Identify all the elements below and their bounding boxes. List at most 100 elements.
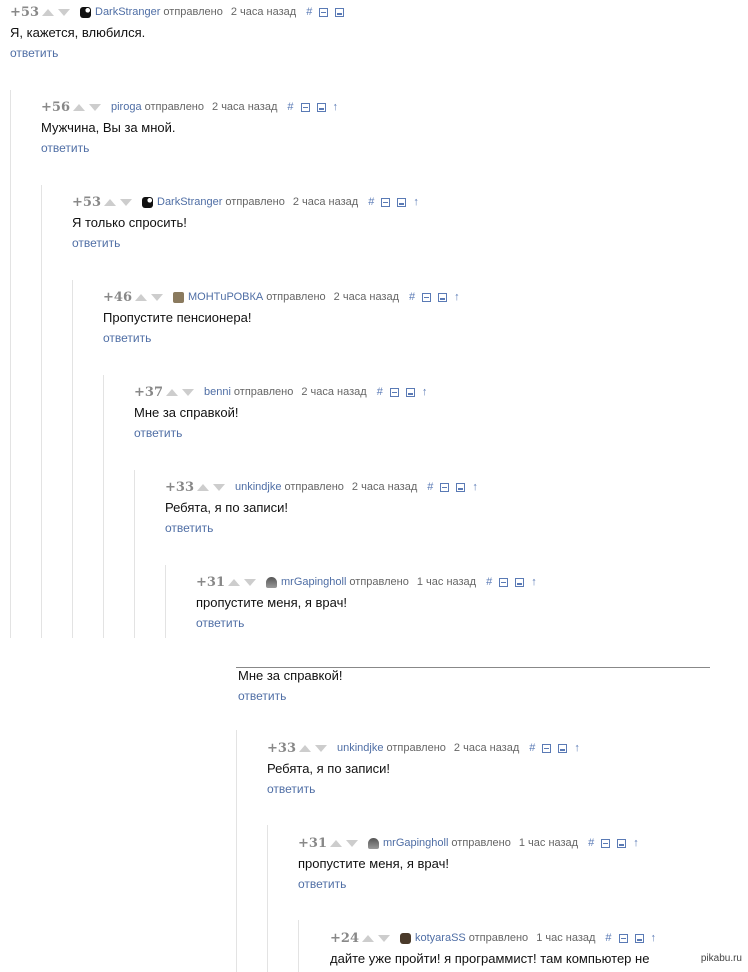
- author-link[interactable]: unkindjke: [235, 481, 281, 493]
- collapse-icon[interactable]: [422, 292, 432, 302]
- parent-arrow-icon[interactable]: ↑: [531, 576, 537, 588]
- comment-text: Я только спросить!: [72, 215, 187, 230]
- parent-arrow-icon[interactable]: ↑: [422, 386, 428, 398]
- comment-meta: +31 mrGapingholl отправлено 1 час назад …: [196, 574, 537, 590]
- vote-up-icon[interactable]: [42, 8, 54, 16]
- vote-up-icon[interactable]: [73, 103, 85, 111]
- comment-rating: +37: [134, 384, 163, 400]
- reply-link[interactable]: ответить: [196, 616, 244, 630]
- sent-label: отправлено: [451, 837, 511, 849]
- author-link[interactable]: piroga: [111, 101, 142, 113]
- collapse-icon[interactable]: [381, 197, 391, 207]
- vote-up-icon[interactable]: [135, 293, 147, 301]
- author-link[interactable]: mrGapingholl: [281, 576, 346, 588]
- author-link[interactable]: DarkStranger: [95, 6, 160, 18]
- comment-rating: +53: [72, 194, 101, 210]
- avatar[interactable]: [368, 837, 379, 849]
- vote-up-icon[interactable]: [299, 744, 311, 752]
- reply-link[interactable]: ответить: [238, 689, 286, 703]
- save-icon[interactable]: [397, 197, 407, 207]
- author-link[interactable]: МОНТuРОВКА: [188, 291, 263, 303]
- avatar[interactable]: [266, 576, 277, 588]
- comment-time: 1 час назад: [416, 576, 477, 588]
- permalink-icon[interactable]: #: [287, 101, 293, 113]
- collapse-icon[interactable]: [389, 387, 399, 397]
- comment-time: 2 часа назад: [453, 742, 520, 754]
- parent-arrow-icon[interactable]: ↑: [574, 742, 580, 754]
- thread-guide-line: [298, 920, 299, 972]
- parent-arrow-icon[interactable]: ↑: [413, 196, 419, 208]
- permalink-icon[interactable]: #: [409, 291, 415, 303]
- save-icon[interactable]: [405, 387, 415, 397]
- collapse-icon[interactable]: [300, 102, 310, 112]
- permalink-icon[interactable]: #: [605, 932, 611, 944]
- save-icon[interactable]: [634, 933, 644, 943]
- reply-link[interactable]: ответить: [103, 331, 151, 345]
- parent-arrow-icon[interactable]: ↑: [454, 291, 460, 303]
- vote-up-icon[interactable]: [362, 934, 374, 942]
- avatar[interactable]: [80, 6, 91, 18]
- author-link[interactable]: benni: [204, 386, 231, 398]
- vote-down-icon[interactable]: [315, 744, 327, 752]
- avatar[interactable]: [400, 932, 411, 944]
- vote-down-icon[interactable]: [244, 578, 256, 586]
- parent-arrow-icon[interactable]: ↑: [651, 932, 657, 944]
- vote-down-icon[interactable]: [151, 293, 163, 301]
- collapse-icon[interactable]: [440, 482, 450, 492]
- parent-arrow-icon[interactable]: ↑: [333, 101, 339, 113]
- collapse-icon[interactable]: [319, 7, 329, 17]
- collapse-icon[interactable]: [499, 577, 509, 587]
- vote-down-icon[interactable]: [378, 934, 390, 942]
- sent-label: отправлено: [163, 6, 223, 18]
- avatar[interactable]: [142, 196, 153, 208]
- save-icon[interactable]: [617, 838, 627, 848]
- author-link[interactable]: kotyaraSS: [415, 932, 466, 944]
- vote-down-icon[interactable]: [120, 198, 132, 206]
- reply-link[interactable]: ответить: [10, 46, 58, 60]
- reply-link[interactable]: ответить: [298, 877, 346, 891]
- save-icon[interactable]: [316, 102, 326, 112]
- reply-link[interactable]: ответить: [267, 782, 315, 796]
- vote-up-icon[interactable]: [228, 578, 240, 586]
- comment-tools: # ↑: [368, 196, 419, 208]
- comment-meta: +46 МОНТuРОВКА отправлено 2 часа назад #…: [103, 289, 460, 305]
- sent-label: отправлено: [266, 291, 326, 303]
- vote-up-icon[interactable]: [104, 198, 116, 206]
- permalink-icon[interactable]: #: [588, 837, 594, 849]
- parent-arrow-icon[interactable]: ↑: [633, 837, 639, 849]
- save-icon[interactable]: [558, 743, 568, 753]
- save-icon[interactable]: [438, 292, 448, 302]
- comment-tools: #: [306, 6, 345, 18]
- permalink-icon[interactable]: #: [306, 6, 312, 18]
- vote-down-icon[interactable]: [58, 8, 70, 16]
- collapse-icon[interactable]: [542, 743, 552, 753]
- thread-guide-line: [72, 280, 73, 638]
- vote-down-icon[interactable]: [182, 388, 194, 396]
- permalink-icon[interactable]: #: [377, 386, 383, 398]
- vote-up-icon[interactable]: [197, 483, 209, 491]
- permalink-icon[interactable]: #: [427, 481, 433, 493]
- reply-link[interactable]: ответить: [41, 141, 89, 155]
- vote-down-icon[interactable]: [346, 839, 358, 847]
- vote-up-icon[interactable]: [330, 839, 342, 847]
- vote-down-icon[interactable]: [213, 483, 225, 491]
- author-link[interactable]: mrGapingholl: [383, 837, 448, 849]
- permalink-icon[interactable]: #: [368, 196, 374, 208]
- author-link[interactable]: DarkStranger: [157, 196, 222, 208]
- reply-link[interactable]: ответить: [165, 521, 213, 535]
- parent-arrow-icon[interactable]: ↑: [472, 481, 478, 493]
- reply-link[interactable]: ответить: [134, 426, 182, 440]
- reply-link[interactable]: ответить: [72, 236, 120, 250]
- avatar[interactable]: [173, 291, 184, 303]
- permalink-icon[interactable]: #: [486, 576, 492, 588]
- vote-down-icon[interactable]: [89, 103, 101, 111]
- save-icon[interactable]: [515, 577, 525, 587]
- save-icon[interactable]: [456, 482, 466, 492]
- vote-up-icon[interactable]: [166, 388, 178, 396]
- author-link[interactable]: unkindjke: [337, 742, 383, 754]
- comment-time: 2 часа назад: [212, 101, 278, 113]
- collapse-icon[interactable]: [618, 933, 628, 943]
- save-icon[interactable]: [335, 7, 345, 17]
- permalink-icon[interactable]: #: [529, 742, 535, 754]
- collapse-icon[interactable]: [601, 838, 611, 848]
